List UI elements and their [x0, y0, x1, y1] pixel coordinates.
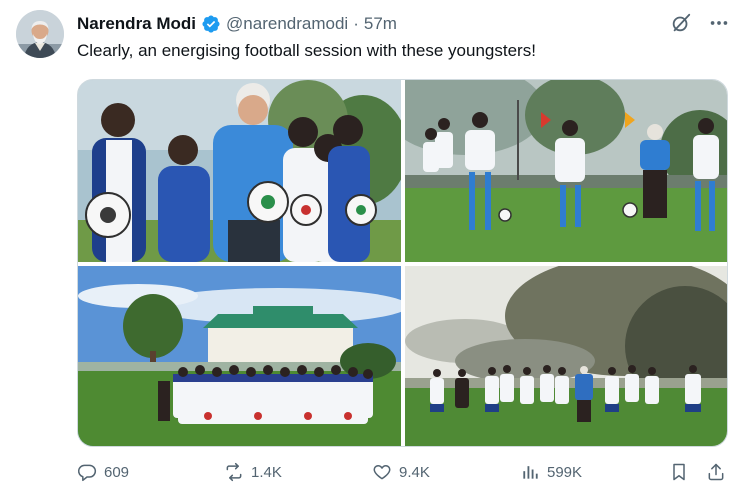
media-photo-1[interactable] [78, 80, 401, 262]
reply-button[interactable]: 609 [77, 462, 129, 482]
action-bar: 609 1.4K 9.4K 599K [77, 462, 728, 486]
share-icon [706, 462, 726, 482]
like-count: 9.4K [399, 463, 430, 481]
bookmark-button[interactable] [669, 462, 689, 482]
author-name[interactable]: Narendra Modi [77, 14, 196, 34]
like-button[interactable]: 9.4K [372, 462, 430, 482]
share-button[interactable] [706, 462, 726, 482]
analytics-icon [520, 462, 540, 482]
post-header: Narendra Modi @narendramodi · 57m [77, 12, 397, 36]
repost-icon [224, 462, 244, 482]
post-text: Clearly, an energising football session … [77, 41, 536, 60]
media-photo-3[interactable] [78, 266, 401, 446]
media-grid [77, 79, 728, 447]
views-count: 599K [547, 463, 583, 481]
media-photo-2[interactable] [405, 80, 727, 262]
grok-icon[interactable] [670, 12, 692, 34]
media-photo-4[interactable] [405, 266, 727, 446]
reply-count: 609 [104, 463, 130, 481]
more-options-icon[interactable] [708, 12, 730, 34]
separator-dot: · [353, 14, 359, 33]
avatar[interactable] [16, 10, 64, 58]
repost-count: 1.4K [251, 463, 282, 481]
author-handle[interactable]: @narendramodi [226, 14, 348, 34]
views-button[interactable]: 599K [520, 462, 582, 482]
header-actions [670, 12, 730, 34]
reply-icon [77, 462, 97, 482]
verified-badge-icon [201, 14, 221, 34]
repost-button[interactable]: 1.4K [224, 462, 282, 482]
tweet[interactable]: Narendra Modi @narendramodi · 57m Clearl… [0, 0, 750, 499]
heart-icon [372, 462, 392, 482]
post-timestamp[interactable]: 57m [364, 14, 397, 34]
bookmark-icon [669, 462, 689, 482]
